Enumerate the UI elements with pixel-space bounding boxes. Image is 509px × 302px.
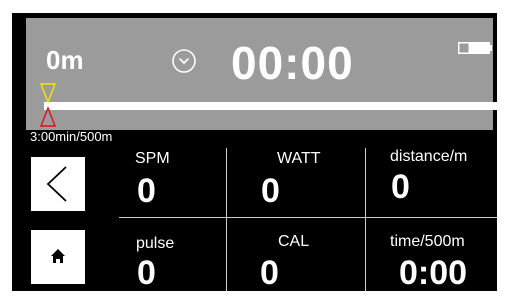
metrics-grid: SPM 0 WATT 0 distance/m 0 pulse 0 CAL 0 …: [119, 138, 497, 291]
watt-label: WATT: [277, 150, 321, 167]
pulse-label: pulse: [136, 235, 175, 252]
battery-icon: [458, 42, 492, 54]
distance-readout: 0m: [46, 45, 84, 75]
pace-marker-icon: [40, 83, 56, 127]
split-value: 0:00: [399, 254, 468, 291]
grid-divider: [365, 148, 366, 291]
home-button[interactable]: [31, 230, 85, 284]
cal-value: 0: [260, 254, 279, 291]
cal-label: CAL: [278, 233, 310, 250]
clock-icon: [172, 49, 196, 73]
target-pace: 3:00min/500m: [30, 129, 113, 144]
back-button[interactable]: [31, 157, 85, 211]
distance-label: distance/m: [390, 148, 468, 165]
spm-label: SPM: [135, 150, 170, 167]
rower-display: 0m 00:00 3:00min/500m SPM 0 WATT 0 dista…: [12, 13, 497, 291]
pulse-value: 0: [137, 254, 156, 291]
elapsed-time: 00:00: [231, 37, 354, 89]
watt-value: 0: [261, 172, 280, 210]
header-panel: 0m 00:00: [26, 18, 497, 130]
grid-divider: [119, 217, 497, 218]
grid-divider: [226, 148, 227, 291]
split-label: time/500m: [390, 233, 465, 250]
distance-value: 0: [391, 168, 410, 206]
home-icon: [51, 249, 65, 263]
progress-track: [44, 102, 497, 110]
spm-value: 0: [137, 172, 156, 210]
chevron-left-icon: [46, 166, 67, 202]
